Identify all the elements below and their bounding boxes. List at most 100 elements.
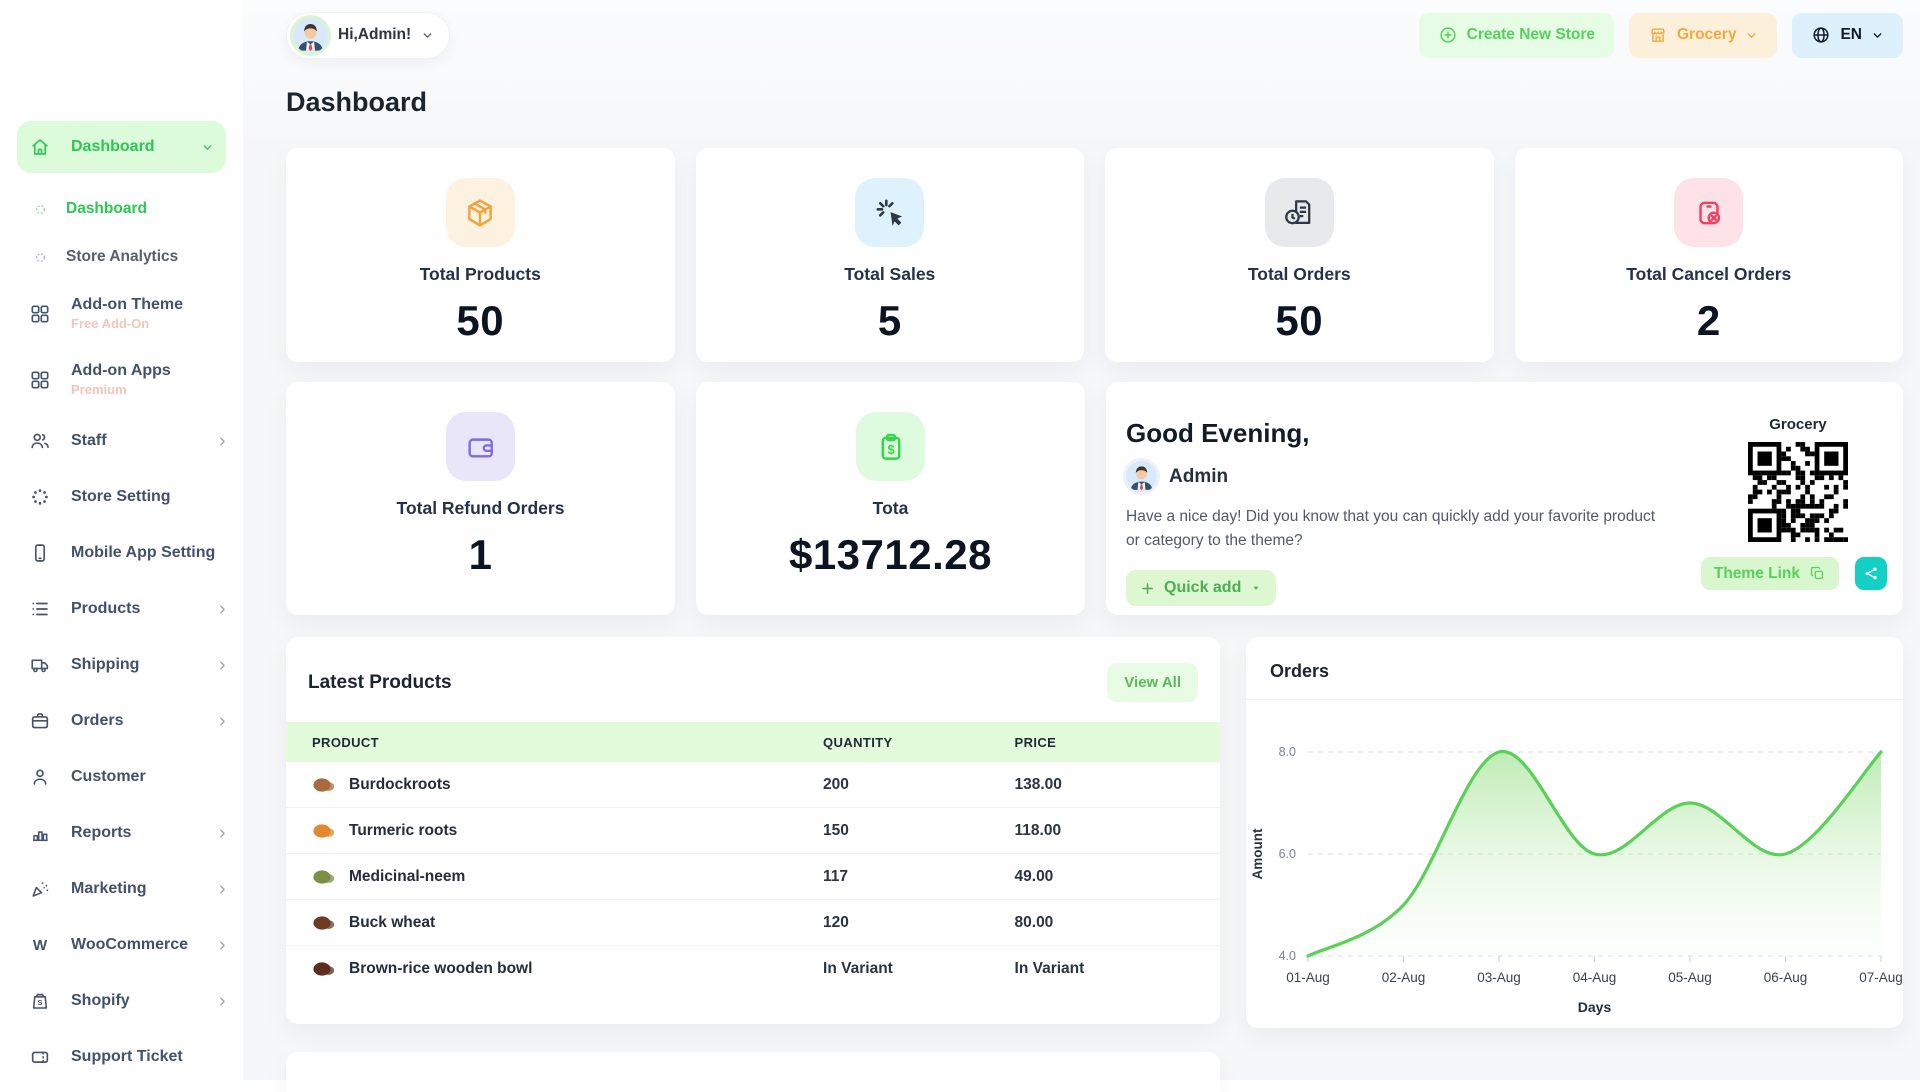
sidebar-item-addon-theme[interactable]: Add-on Theme Free Add-On — [0, 281, 243, 347]
language-selector-button[interactable]: EN — [1792, 12, 1903, 58]
theme-link-button[interactable]: Theme Link — [1700, 557, 1839, 590]
dashed-circle-icon — [34, 251, 47, 264]
latest-products-title: Latest Products — [308, 671, 452, 693]
sidebar-item-label: Add-on Theme — [71, 296, 183, 314]
stat-label: Total Orders — [1247, 264, 1351, 284]
sidebar-subitem-store-analytics[interactable]: Store Analytics — [0, 233, 243, 281]
woocommerce-icon — [29, 934, 51, 956]
store-icon — [1648, 25, 1668, 45]
share-icon — [1863, 565, 1880, 582]
stat-card-tota: Tota $13712.28 — [696, 382, 1085, 615]
product-name: Burdockroots — [349, 775, 451, 793]
svg-text:03-Aug: 03-Aug — [1477, 970, 1521, 985]
product-thumbnail — [313, 869, 335, 884]
sidebar-item-products[interactable]: Products — [0, 581, 243, 637]
create-new-store-button[interactable]: Create New Store — [1418, 12, 1614, 58]
greeting-card: Good Evening, Admin Have a nice day! Did… — [1106, 382, 1903, 615]
sidebar-item-badge: Free Add-On — [71, 315, 150, 331]
product-price: 49.00 — [1014, 853, 1220, 900]
sidebar-item-store-setting[interactable]: Store Setting — [0, 469, 243, 525]
sidebar-item-reports[interactable]: Reports — [0, 805, 243, 861]
product-name: Buck wheat — [349, 913, 436, 931]
sidebar-item-shipping[interactable]: Shipping — [0, 637, 243, 693]
product-price: 80.00 — [1014, 899, 1220, 946]
sidebar-item-mobile-app-setting[interactable]: Mobile App Setting — [0, 525, 243, 581]
store-switcher-label: Grocery — [1677, 26, 1737, 43]
sidebar-item-customer[interactable]: Customer — [0, 749, 243, 805]
sidebar-item-label: WooCommerce — [71, 935, 189, 953]
bar-chart-icon — [29, 822, 51, 844]
svg-text:6.0: 6.0 — [1279, 847, 1296, 861]
qr-store-label: Grocery — [1769, 416, 1827, 433]
sidebar-subitem-label: Dashboard — [66, 200, 147, 217]
stats-row-1: Total Products 50 Total Sales 5 Total Orders… — [286, 148, 1903, 362]
users-icon — [29, 430, 51, 452]
stat-label: Total Cancel Orders — [1626, 264, 1792, 284]
chevron-right-icon — [216, 883, 229, 896]
svg-text:8.0: 8.0 — [1279, 745, 1296, 759]
chevron-down-icon — [1745, 29, 1758, 42]
sidebar-subitem-dashboard-sub[interactable]: Dashboard — [0, 185, 243, 233]
latest-products-table: PRODUCT QUANTITY PRICE Burdockroots 200 13… — [286, 722, 1220, 991]
page-title: Dashboard — [286, 87, 428, 117]
sidebar-item-orders[interactable]: Orders — [0, 693, 243, 749]
table-row: Turmeric roots 150 118.00 — [286, 807, 1220, 854]
store-switcher-button[interactable]: Grocery — [1629, 12, 1778, 58]
list-icon — [29, 598, 51, 620]
sidebar-item-support-ticket[interactable]: Support Ticket — [0, 1029, 243, 1085]
cancel-box-icon — [1674, 178, 1744, 247]
product-name: Brown-rice wooden bowl — [349, 959, 533, 977]
sidebar-subitem-label: Store Analytics — [66, 248, 179, 265]
table-row: Buck wheat 120 80.00 — [286, 899, 1220, 946]
sidebar-item-marketing[interactable]: Marketing — [0, 861, 243, 917]
svg-text:4.0: 4.0 — [1279, 949, 1296, 963]
share-button[interactable] — [1855, 557, 1887, 590]
create-new-store-label: Create New Store — [1466, 26, 1595, 43]
stat-value: 2 — [1696, 297, 1721, 344]
user-icon — [29, 766, 51, 788]
sidebar-item-addon-apps[interactable]: Add-on Apps Premium — [0, 347, 243, 413]
sidebar-item-label: Marketing — [71, 879, 147, 897]
sidebar-item-shopify[interactable]: Shopify — [0, 973, 243, 1029]
stat-card-total-cancel-orders: Total Cancel Orders 2 — [1514, 148, 1903, 362]
cursor-click-icon — [855, 178, 925, 247]
stat-label: Total Products — [419, 264, 541, 284]
grid-icon — [29, 303, 51, 325]
sidebar-item-label: Orders — [71, 711, 124, 729]
briefcase-icon — [29, 710, 51, 732]
sidebar-item-staff[interactable]: Staff — [0, 413, 243, 469]
stat-value: 1 — [468, 531, 493, 578]
chevron-right-icon — [216, 435, 229, 448]
qr-code — [1748, 442, 1848, 542]
avatar — [1126, 461, 1157, 492]
svg-text:02-Aug: 02-Aug — [1382, 970, 1426, 985]
main-content: Hi,Admin! Create New Store Grocery EN Da… — [243, 0, 1920, 1092]
stat-card-total-sales: Total Sales 5 — [695, 148, 1084, 362]
product-name: Medicinal-neem — [349, 867, 466, 885]
sidebar: Dashboard Dashboard Store Analytics Add-on … — [0, 0, 243, 1080]
orders-area-chart: 4.0 6.0 8.0 01-Aug 02-Aug 03-Aug 04-Aug 05-Aug 0… — [1250, 745, 1903, 1015]
sidebar-item-label: Store Setting — [71, 487, 171, 505]
globe-icon — [1811, 25, 1831, 45]
stat-card-total-orders: Total Orders 50 — [1105, 148, 1494, 362]
product-quantity: 117 — [823, 853, 1015, 900]
quick-add-button[interactable]: Quick add — [1126, 570, 1277, 607]
chevron-right-icon — [216, 715, 229, 728]
sidebar-item-label: Add-on Apps — [71, 362, 171, 380]
sidebar-item-label: Shopify — [71, 991, 130, 1009]
product-thumbnail — [313, 823, 335, 838]
svg-text:06-Aug: 06-Aug — [1764, 970, 1808, 985]
sidebar-item-dashboard[interactable]: Dashboard — [17, 121, 226, 173]
product-price: In Variant — [1014, 959, 1085, 977]
product-price: 138.00 — [1014, 762, 1220, 808]
sidebar-item-woocommerce[interactable]: WooCommerce — [0, 917, 243, 973]
plus-circle-icon — [1438, 25, 1458, 45]
sidebar-item-label: Products — [71, 599, 141, 617]
sidebar-item-label: Mobile App Setting — [71, 543, 216, 561]
chevron-right-icon — [216, 995, 229, 1008]
product-price: 118.00 — [1014, 807, 1220, 854]
admin-menu-button[interactable]: Hi,Admin! — [286, 11, 451, 59]
sidebar-item-label: Staff — [71, 431, 107, 449]
product-thumbnail — [313, 961, 335, 976]
view-all-button[interactable]: View All — [1107, 663, 1198, 702]
